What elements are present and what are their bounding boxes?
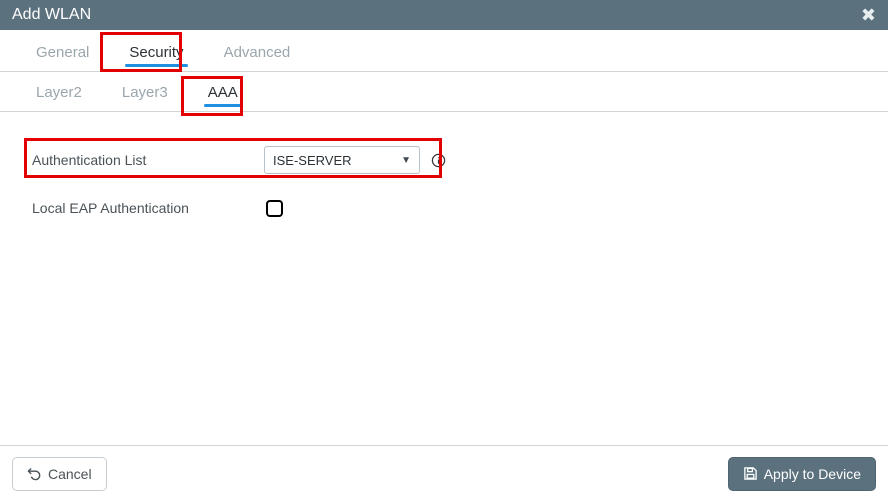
undo-icon <box>27 466 42 481</box>
form-content: Authentication List ISE-SERVER ▼ Local E… <box>0 112 888 232</box>
titlebar: Add WLAN ✖ <box>0 0 888 30</box>
info-icon[interactable] <box>430 152 446 168</box>
sub-tabs: Layer2 Layer3 AAA <box>0 72 888 112</box>
tab-security[interactable]: Security <box>109 36 203 71</box>
window-title: Add WLAN <box>12 6 91 24</box>
row-local-eap: Local EAP Authentication <box>16 184 872 232</box>
subtab-layer2[interactable]: Layer2 <box>16 76 102 111</box>
footer: Cancel Apply to Device <box>0 445 888 501</box>
apply-label: Apply to Device <box>764 466 861 482</box>
chevron-down-icon: ▼ <box>401 155 411 166</box>
cancel-button[interactable]: Cancel <box>12 457 107 491</box>
cancel-label: Cancel <box>48 466 92 482</box>
dropdown-value: ISE-SERVER <box>273 153 352 168</box>
row-authentication-list: Authentication List ISE-SERVER ▼ <box>16 136 872 184</box>
close-icon[interactable]: ✖ <box>861 5 876 26</box>
subtab-layer3[interactable]: Layer3 <box>102 76 188 111</box>
tab-general[interactable]: General <box>16 36 109 71</box>
checkbox-local-eap[interactable] <box>266 200 283 217</box>
tab-advanced[interactable]: Advanced <box>204 36 311 71</box>
label-local-eap: Local EAP Authentication <box>16 200 264 216</box>
apply-button[interactable]: Apply to Device <box>728 457 876 491</box>
subtab-aaa[interactable]: AAA <box>188 76 258 111</box>
main-tabs: General Security Advanced <box>0 30 888 72</box>
save-icon <box>743 466 758 481</box>
label-authentication-list: Authentication List <box>16 152 264 168</box>
dropdown-authentication-list[interactable]: ISE-SERVER ▼ <box>264 146 420 174</box>
